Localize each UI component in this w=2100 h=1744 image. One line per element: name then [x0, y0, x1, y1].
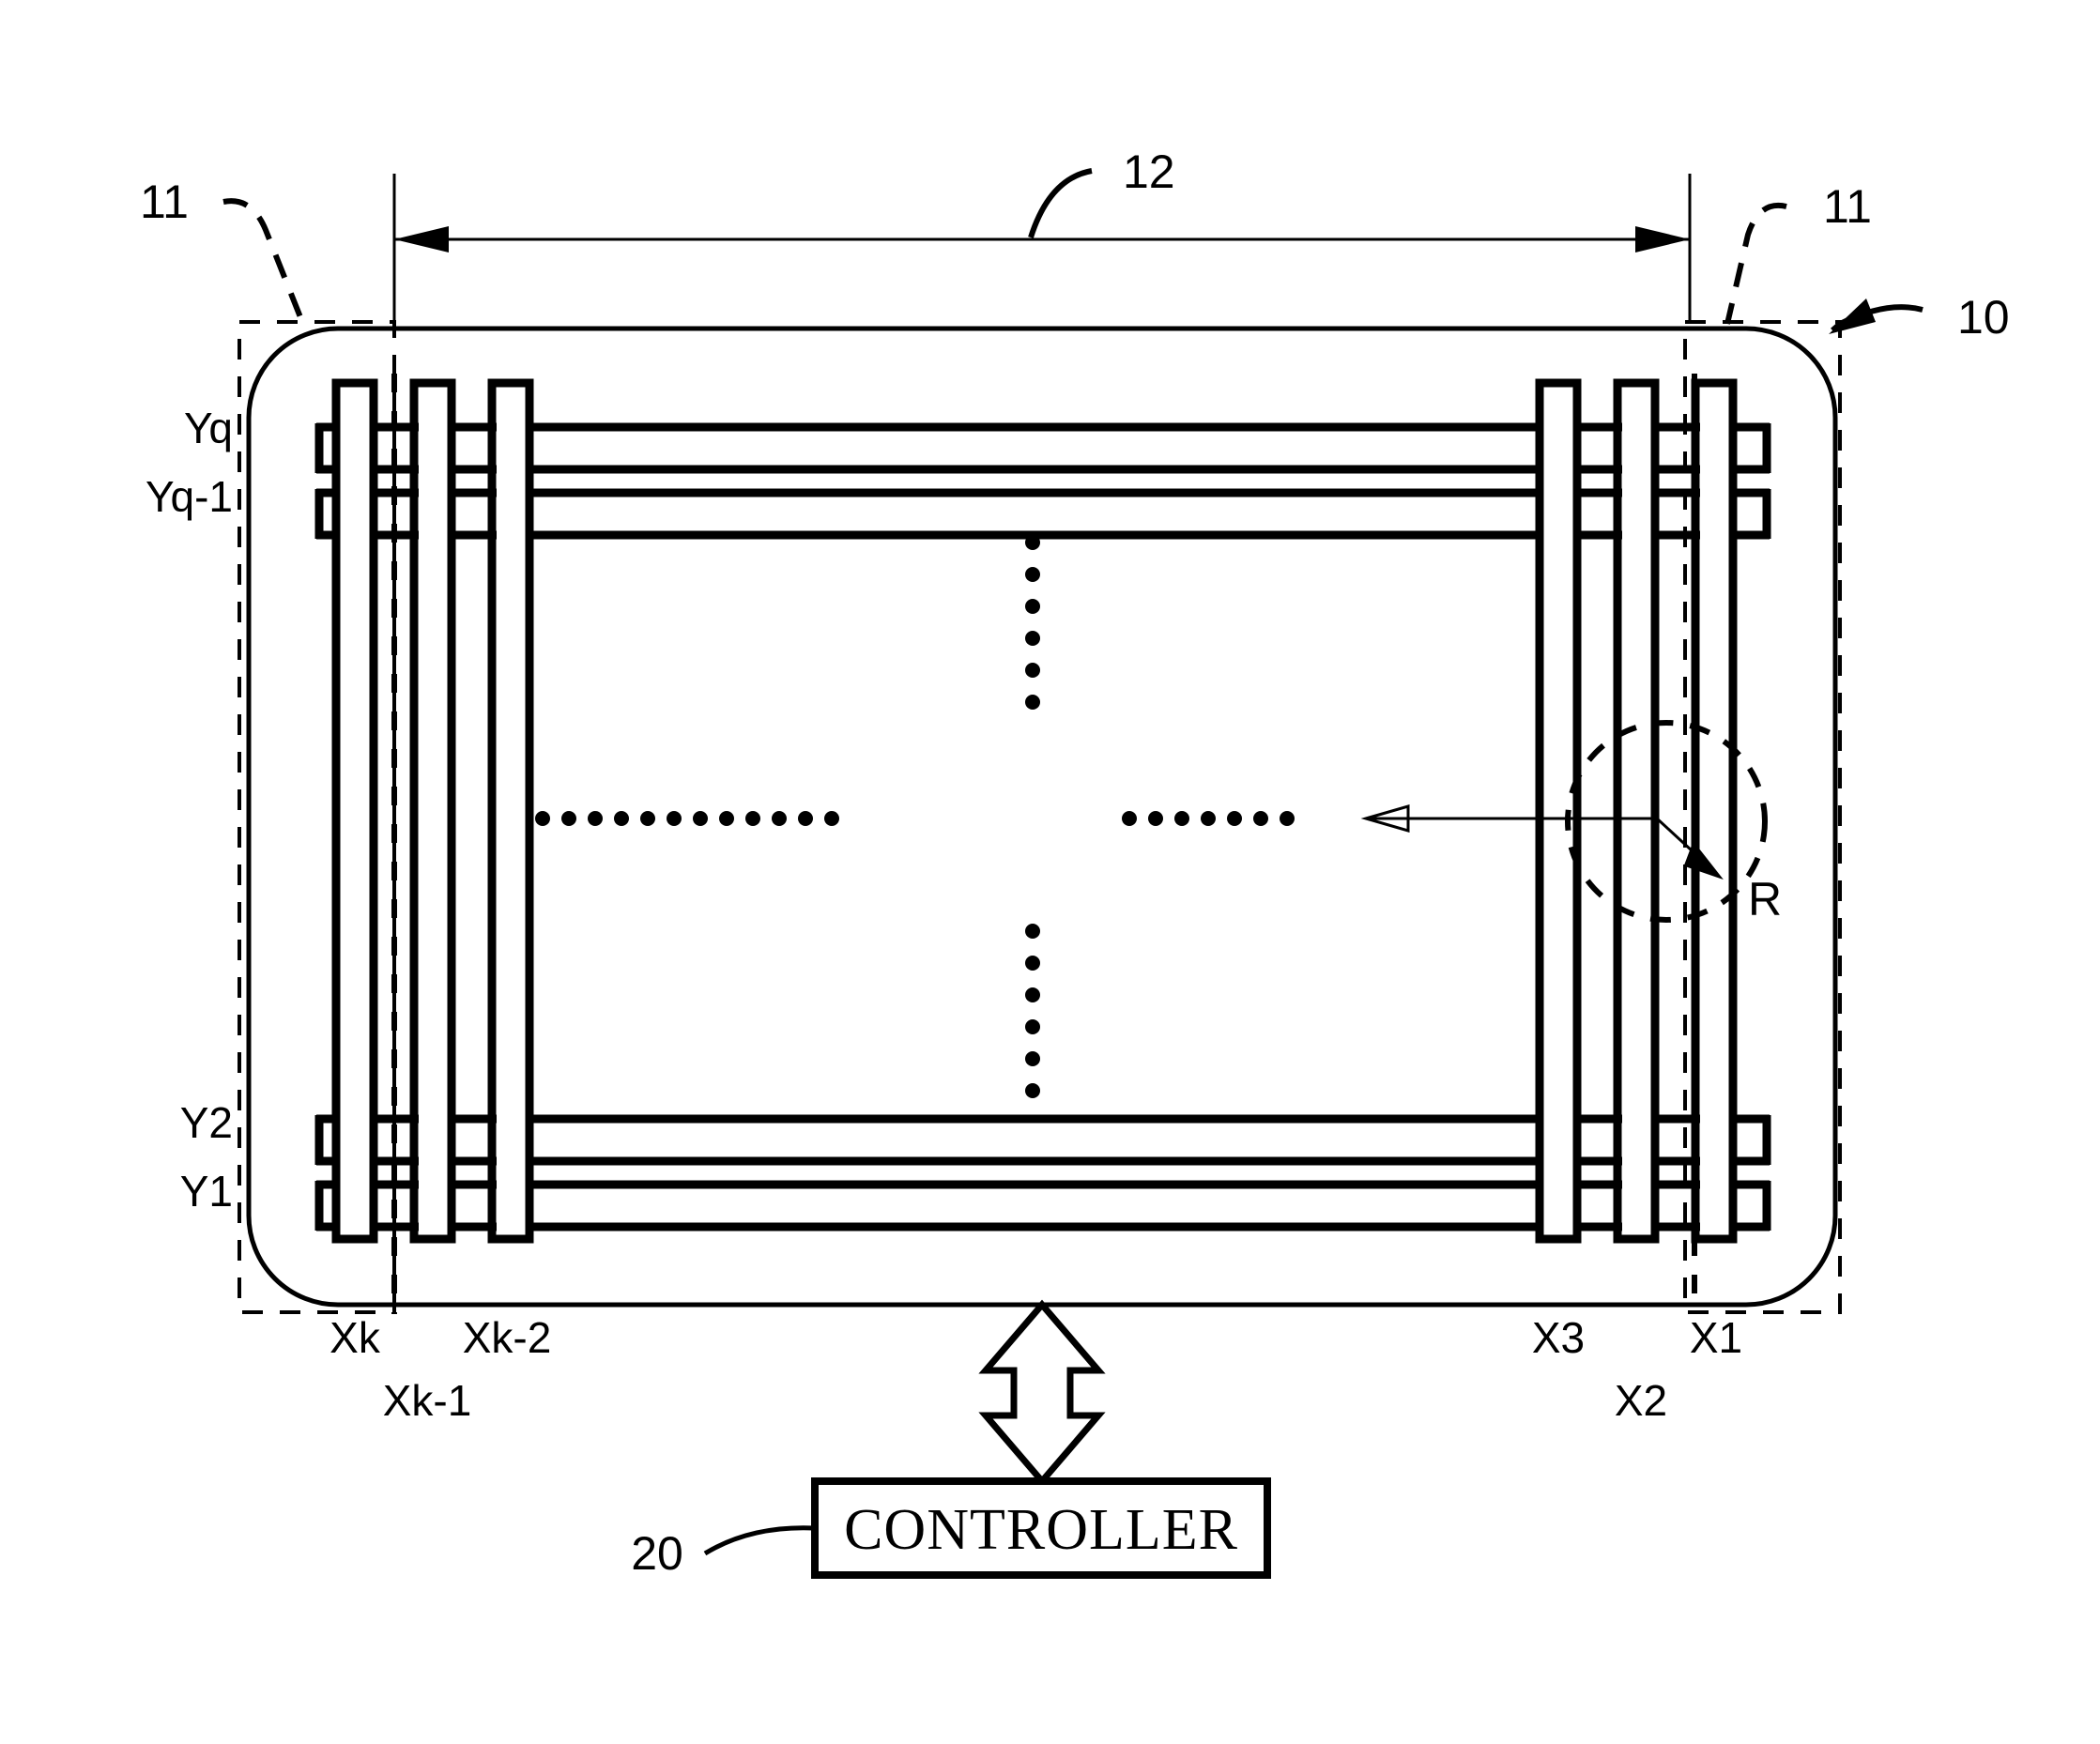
- x-bar-x3: [1535, 378, 1582, 1244]
- label-yq-1: Yq-1: [146, 472, 233, 521]
- label-11-right: 11: [1823, 180, 1872, 233]
- dim-arrowhead-right: [1635, 226, 1690, 252]
- leader-20: [703, 1525, 816, 1556]
- label-12: 12: [1123, 145, 1175, 198]
- patent-figure-svg: 11 11 12 10 20 Yq Yq-1 Y2 Y1 Xk Xk-1 Xk-…: [140, 145, 2010, 1580]
- leader-12: [1028, 168, 1093, 238]
- x-electrode-bars-left: [331, 378, 534, 1244]
- x-bar-x2: [1613, 378, 1660, 1244]
- label-11-left: 11: [140, 176, 189, 228]
- width-dimension: [392, 174, 1692, 324]
- label-x1: X1: [1690, 1313, 1742, 1362]
- bidirectional-arrow: [978, 1299, 1106, 1487]
- label-xk-2: Xk-2: [463, 1313, 552, 1362]
- label-y2: Y2: [180, 1098, 233, 1147]
- label-xk-1: Xk-1: [383, 1376, 472, 1425]
- leader-10-arrowhead: [1829, 298, 1876, 334]
- leader-11-left: [222, 198, 305, 324]
- x-bar-xk-2: [487, 378, 534, 1244]
- figure-canvas: 11 11 12 10 20 Yq Yq-1 Y2 Y1 Xk Xk-1 Xk-…: [0, 0, 2100, 1744]
- dim-arrowhead-left: [394, 226, 449, 252]
- label-x3: X3: [1532, 1313, 1585, 1362]
- label-20: 20: [631, 1527, 683, 1580]
- label-y1: Y1: [180, 1167, 233, 1216]
- label-10: 10: [1957, 291, 2010, 344]
- x-bar-x1: [1691, 378, 1738, 1244]
- label-yq: Yq: [184, 404, 233, 452]
- label-xk: Xk: [330, 1313, 381, 1362]
- controller-label: CONTROLLER: [844, 1498, 1238, 1562]
- x-bar-xk: [331, 378, 378, 1244]
- label-x2: X2: [1615, 1376, 1667, 1425]
- x-bar-xk-1: [409, 378, 456, 1244]
- leader-11-right: [1724, 202, 1787, 325]
- label-radius-R: R: [1748, 873, 1782, 926]
